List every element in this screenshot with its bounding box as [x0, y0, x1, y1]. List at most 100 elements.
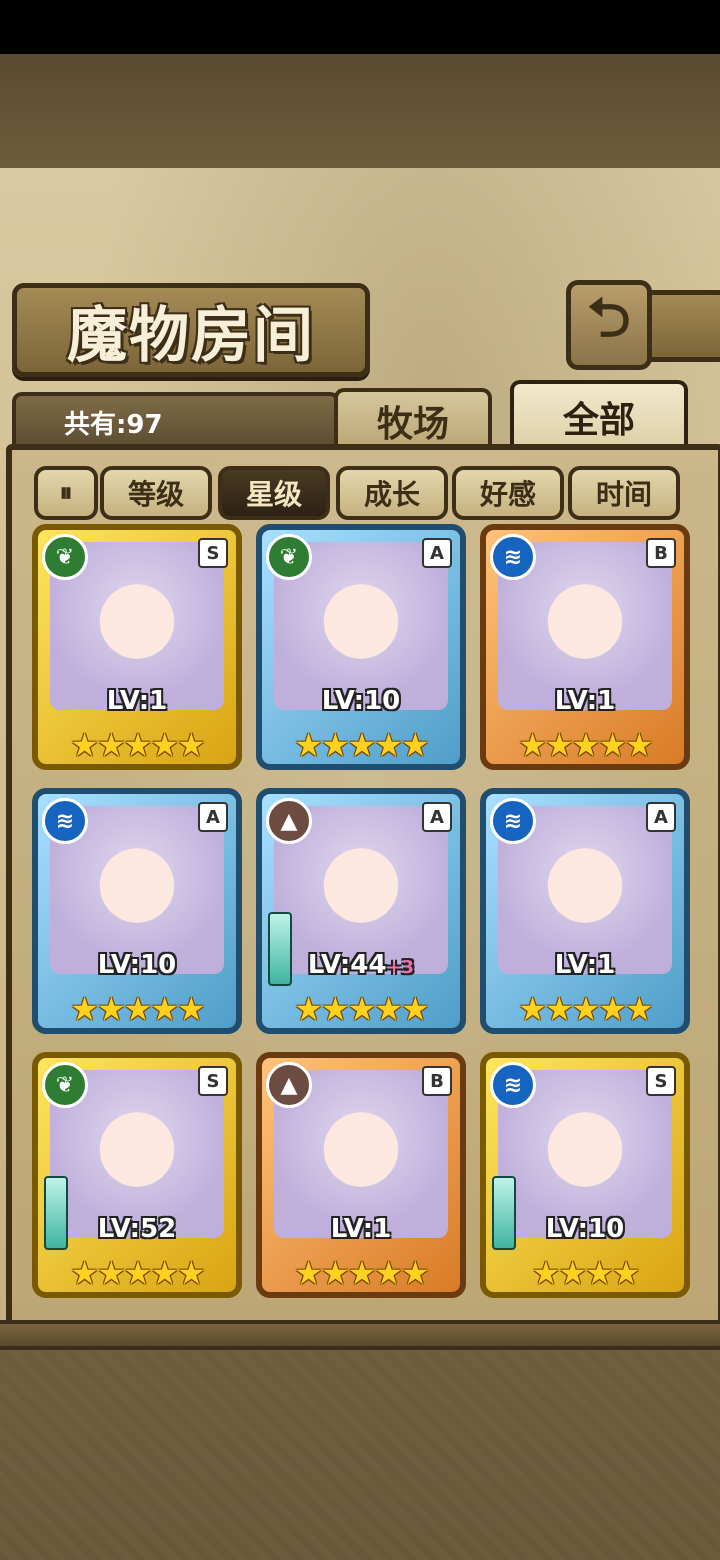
star-icon: ★: [544, 726, 574, 764]
grass-element-icon: ❦: [42, 534, 88, 580]
monster-face: [530, 1100, 640, 1210]
monster-face: [82, 572, 192, 682]
rank-badge: B: [646, 538, 676, 568]
tab-ranch[interactable]: 牧场: [334, 388, 492, 450]
sort-affection-button[interactable]: 好感: [452, 466, 564, 520]
star-icon: ★: [531, 1254, 561, 1292]
star-icon: ★: [123, 1254, 153, 1292]
star-rating: ★★★★★: [486, 726, 684, 764]
monster-card[interactable]: ❦ S LV:1 ★★★★★: [32, 524, 242, 770]
star-rating: ★★★★★: [262, 726, 460, 764]
level-text: LV:1: [554, 686, 616, 716]
sort-order-toggle[interactable]: ⏸: [34, 466, 98, 520]
rank-badge: A: [422, 538, 452, 568]
level-text: LV:44: [307, 950, 387, 980]
star-icon: ★: [571, 726, 601, 764]
star-icon: ★: [347, 990, 377, 1028]
back-rail: [640, 290, 720, 362]
tab-all[interactable]: 全部: [510, 380, 688, 450]
monster-card[interactable]: ▲ B LV:1 ★★★★★: [256, 1052, 466, 1298]
star-icon: ★: [598, 726, 627, 764]
star-icon: ★: [544, 990, 574, 1028]
star-icon: ★: [320, 1254, 350, 1292]
star-icon: ★: [123, 990, 153, 1028]
star-rating: ★★★★★: [38, 726, 236, 764]
star-rating: ★★★★★: [262, 1254, 460, 1292]
star-rating: ★★★★★: [262, 990, 460, 1028]
monster-face: [530, 836, 640, 946]
star-icon: ★: [374, 990, 403, 1028]
water-element-icon: ≋: [42, 798, 88, 844]
sort-level-button[interactable]: 等级: [100, 466, 212, 520]
star-icon: ★: [96, 1254, 126, 1292]
star-icon: ★: [320, 990, 350, 1028]
level-text: LV:1: [554, 950, 616, 980]
star-icon: ★: [96, 726, 126, 764]
water-element-icon: ≋: [490, 1062, 536, 1108]
star-icon: ★: [150, 726, 179, 764]
rank-badge: A: [646, 802, 676, 832]
grass-element-icon: ❦: [266, 534, 312, 580]
monster-card[interactable]: ❦ S LV:52 ★★★★★: [32, 1052, 242, 1298]
level-text: LV:1: [330, 1214, 392, 1244]
earth-element-icon: ▲: [266, 1062, 312, 1108]
earth-element-icon: ▲: [266, 798, 312, 844]
return-arrow-icon: ⮌: [587, 286, 631, 349]
star-icon: ★: [347, 1254, 377, 1292]
sort-growth-button[interactable]: 成长: [336, 466, 448, 520]
water-element-icon: ≋: [490, 534, 536, 580]
water-element-icon: ≋: [490, 798, 536, 844]
star-icon: ★: [611, 1254, 641, 1292]
star-icon: ★: [123, 726, 153, 764]
star-icon: ★: [294, 1254, 323, 1292]
sort-star-button[interactable]: 星级: [218, 466, 330, 520]
star-icon: ★: [177, 990, 206, 1028]
count-bar: 共有:97: [12, 392, 340, 444]
star-icon: ★: [294, 726, 323, 764]
level-text: LV:52: [97, 1214, 177, 1244]
monster-card[interactable]: ≋ S LV:10 ★★★★: [480, 1052, 690, 1298]
monster-card[interactable]: ≋ A LV:1 ★★★★★: [480, 788, 690, 1034]
status-bar: [0, 0, 720, 54]
monster-card[interactable]: ≋ A LV:10 ★★★★★: [32, 788, 242, 1034]
star-icon: ★: [177, 726, 206, 764]
star-icon: ★: [70, 726, 99, 764]
star-icon: ★: [625, 726, 654, 764]
level-bonus: +3: [386, 957, 415, 978]
star-icon: ★: [374, 726, 403, 764]
monster-level: LV:1: [486, 950, 684, 980]
monster-face: [306, 572, 416, 682]
level-text: LV:10: [97, 950, 177, 980]
rank-badge: B: [422, 1066, 452, 1096]
rank-badge: S: [198, 1066, 228, 1096]
monster-card[interactable]: ▲ A LV:44+3 ★★★★★: [256, 788, 466, 1034]
monster-level: LV:44+3: [262, 950, 460, 980]
star-rating: ★★★★: [486, 1254, 684, 1292]
monster-level: LV:10: [38, 950, 236, 980]
star-icon: ★: [518, 726, 547, 764]
monster-level: LV:1: [38, 686, 236, 716]
rank-badge: S: [198, 538, 228, 568]
monster-card[interactable]: ≋ B LV:1 ★★★★★: [480, 524, 690, 770]
rank-badge: S: [646, 1066, 676, 1096]
star-icon: ★: [598, 990, 627, 1028]
star-icon: ★: [585, 1254, 614, 1292]
star-icon: ★: [150, 990, 179, 1028]
back-button[interactable]: ⮌: [566, 280, 652, 370]
star-icon: ★: [150, 1254, 179, 1292]
level-text: LV:10: [545, 1214, 625, 1244]
star-icon: ★: [401, 1254, 430, 1292]
star-rating: ★★★★★: [38, 990, 236, 1028]
monster-level: LV:1: [486, 686, 684, 716]
monster-card[interactable]: ❦ A LV:10 ★★★★★: [256, 524, 466, 770]
monster-face: [82, 836, 192, 946]
sort-time-button[interactable]: 时间: [568, 466, 680, 520]
grass-element-icon: ❦: [42, 1062, 88, 1108]
star-rating: ★★★★★: [38, 1254, 236, 1292]
panel-bottom-rail: [0, 1320, 720, 1350]
monster-level: LV:10: [486, 1214, 684, 1244]
sort-bar: ⏸ 等级 星级 成长 好感 时间: [34, 466, 684, 520]
monster-face: [530, 572, 640, 682]
rank-badge: A: [422, 802, 452, 832]
top-band: [0, 54, 720, 175]
